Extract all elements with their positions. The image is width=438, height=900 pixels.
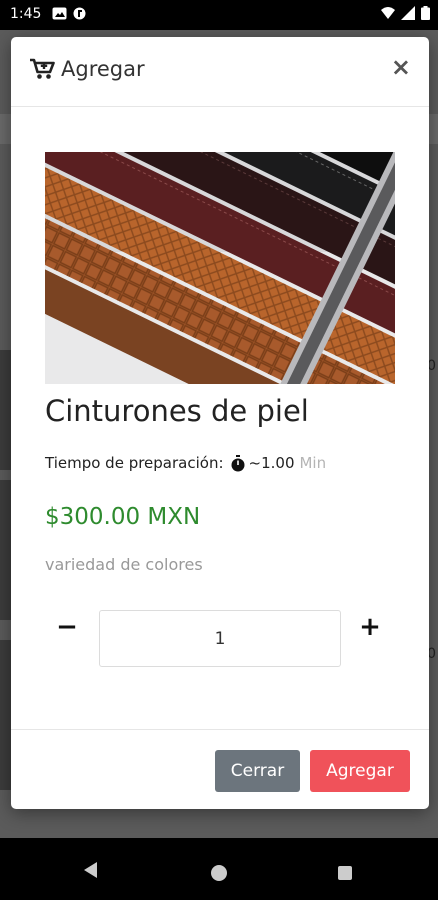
status-bar: 1:45 (0, 0, 438, 30)
product-price: $300.00 MXN (45, 504, 201, 530)
increase-quantity-button[interactable]: + (358, 612, 382, 642)
navigation-bar (0, 838, 438, 900)
back-icon[interactable] (84, 862, 97, 878)
modal-title-text: Agregar (61, 57, 145, 81)
add-button[interactable]: Agregar (310, 750, 410, 792)
quantity-input[interactable] (99, 610, 341, 667)
stopwatch-icon (231, 454, 245, 471)
modal-title: Agregar (29, 57, 145, 81)
cancel-button[interactable]: Cerrar (215, 750, 300, 792)
product-description: variedad de colores (45, 555, 203, 574)
product-image (45, 152, 395, 384)
modal-header: Agregar × (11, 37, 429, 107)
close-icon[interactable]: × (391, 55, 411, 79)
decrease-quantity-button[interactable]: − (55, 612, 79, 642)
battery-icon (421, 6, 430, 20)
prep-time-value: ~1.00 (248, 454, 295, 472)
status-time: 1:45 (10, 6, 42, 22)
prep-time-label: Tiempo de preparación: (45, 454, 224, 472)
image-notification-icon (52, 7, 67, 20)
product-name: Cinturones de piel (45, 394, 309, 428)
cart-plus-icon (30, 58, 55, 79)
leather-belts-image (45, 152, 395, 384)
app-notification-icon (73, 7, 86, 20)
modal-footer: Cerrar Agregar (11, 729, 429, 809)
add-to-cart-modal: Agregar × Cinturones de piel Tiempo de p… (11, 37, 429, 809)
wifi-icon (381, 7, 395, 19)
preparation-time: Tiempo de preparación: ~1.00 Min (45, 454, 326, 472)
home-icon[interactable] (211, 865, 227, 881)
recent-apps-icon[interactable] (338, 866, 352, 880)
prep-time-unit: Min (299, 454, 327, 472)
signal-icon (401, 6, 415, 20)
